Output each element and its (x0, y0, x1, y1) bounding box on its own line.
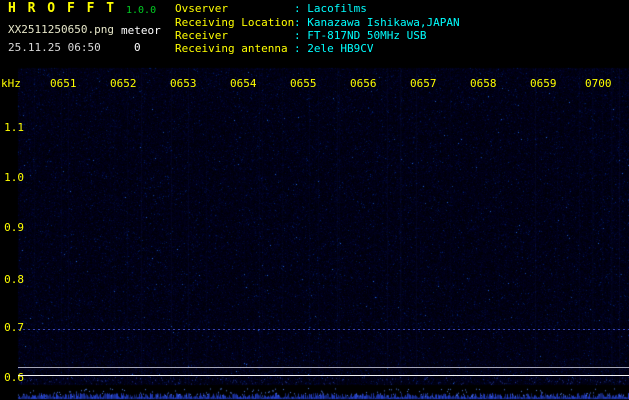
calibration-line-upper (18, 367, 629, 368)
info-value-antenna: : 2ele HB9CV (294, 43, 373, 55)
spectrogram-canvas (0, 0, 629, 400)
info-value-observer: : Lacofilms (294, 3, 367, 15)
time-label: 0658 (470, 78, 497, 90)
app-version: 1.0.0 (126, 5, 156, 17)
output-filename: XX2511250650.png (8, 24, 114, 36)
mode-label: meteor (121, 25, 161, 37)
freq-label: 0.7 (2, 322, 24, 334)
time-label: 0700 (585, 78, 612, 90)
freq-unit-label: kHz (1, 78, 21, 90)
info-label-antenna: Receiving antenna (175, 43, 288, 55)
freq-label: 0.9 (2, 222, 24, 234)
time-label: 0651 (50, 78, 77, 90)
info-value-receiver: : FT-817ND 50MHz USB (294, 30, 426, 42)
hrofft-window: H R O F F T 1.0.0 XX2511250650.png meteo… (0, 0, 629, 400)
time-label: 0657 (410, 78, 437, 90)
time-label: 0656 (350, 78, 377, 90)
info-label-receiver: Receiver (175, 30, 228, 42)
info-label-location: Receiving Location (175, 17, 294, 29)
time-label: 0655 (290, 78, 317, 90)
capture-timestamp: 25.11.25 06:50 (8, 42, 101, 54)
time-label: 0652 (110, 78, 137, 90)
calibration-line-lower (18, 375, 629, 376)
freq-label: 0.6 (2, 372, 24, 384)
app-title: H R O F F T (8, 3, 116, 15)
info-label-observer: Ovserver (175, 3, 228, 15)
info-value-location: : Kanazawa Ishikawa,JAPAN (294, 17, 460, 29)
time-label: 0659 (530, 78, 557, 90)
freq-label: 0.8 (2, 274, 24, 286)
signal-trace-line (18, 329, 629, 330)
time-label: 0653 (170, 78, 197, 90)
echo-counter: 0 (134, 42, 141, 54)
time-label: 0654 (230, 78, 257, 90)
freq-label: 1.1 (2, 122, 24, 134)
freq-label: 1.0 (2, 172, 24, 184)
